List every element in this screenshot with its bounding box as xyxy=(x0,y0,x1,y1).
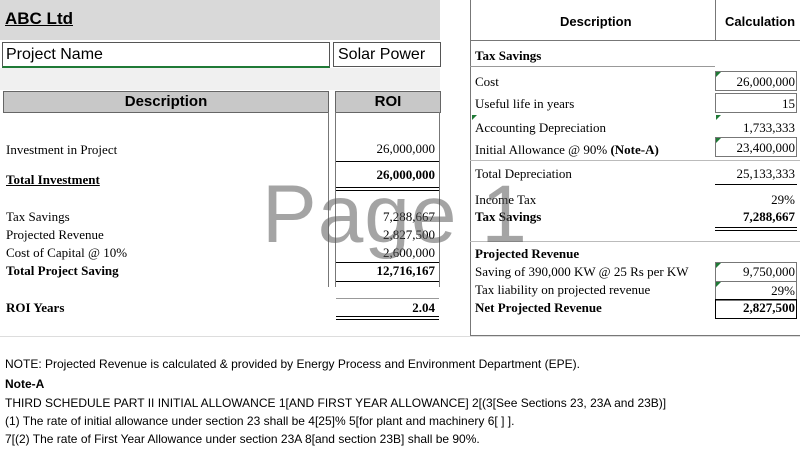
calculation-header: Calculation xyxy=(725,14,796,29)
divider xyxy=(715,0,716,40)
total-saving-label: Total Project Saving xyxy=(6,263,119,278)
net-rev-value: 2,827,500 xyxy=(743,300,795,315)
divider xyxy=(715,230,797,231)
right-tax-savings-value[interactable]: 7,288,667 xyxy=(717,209,795,225)
tax-section-title: Tax Savings xyxy=(475,48,542,63)
cost-value: 26,000,000 xyxy=(736,74,796,89)
projected-revenue-label: Projected Revenue xyxy=(6,227,104,242)
net-rev-label: Net Projected Revenue xyxy=(475,300,602,315)
life-label: Useful life in years xyxy=(475,96,575,111)
note-a-line-3: 7[(2) The rate of First Year Allowance u… xyxy=(5,432,480,446)
acc-dep-value[interactable]: 1,733,333 xyxy=(717,120,795,136)
note-a-line-1: THIRD SCHEDULE PART II INITIAL ALLOWANCE… xyxy=(5,396,667,410)
investment-value[interactable]: 26,000,000 xyxy=(335,141,436,157)
acc-dep-label: Accounting Depreciation xyxy=(475,120,607,135)
note-a-line-2: (1) The rate of initial allowance under … xyxy=(5,414,515,428)
project-name-label: Project Name xyxy=(6,46,103,63)
divider xyxy=(336,281,439,282)
divider xyxy=(470,160,800,161)
divider xyxy=(715,227,797,228)
divider xyxy=(470,66,715,67)
init-allow-value: 23,400,000 xyxy=(736,140,796,155)
page-watermark: Page 1 xyxy=(262,169,528,260)
saving-label: Saving of 390,000 KW @ 25 Rs per KW xyxy=(475,264,689,279)
left-description-header: Description xyxy=(3,91,329,113)
divider xyxy=(336,298,439,299)
spreadsheet-page: ABC Ltd Project Name Solar Power Descrip… xyxy=(0,0,800,450)
tax-liab-label: Tax liability on projected revenue xyxy=(475,282,651,297)
income-tax-value[interactable]: 29% xyxy=(717,192,795,208)
divider xyxy=(470,40,800,41)
investment-label: Investment in Project xyxy=(6,142,118,157)
divider xyxy=(336,319,439,320)
tax-liab-value: 29% xyxy=(771,283,795,298)
note-epe: NOTE: Projected Revenue is calculated & … xyxy=(5,357,580,371)
divider xyxy=(336,316,439,317)
init-allow-label: Initial Allowance @ 90% (Note-A) xyxy=(475,142,659,157)
divider xyxy=(715,184,797,185)
roi-years-value[interactable]: 2.04 xyxy=(335,300,435,316)
total-dep-value[interactable]: 25,133,333 xyxy=(717,166,796,182)
cost-of-capital-label: Cost of Capital @ 10% xyxy=(6,245,128,260)
divider xyxy=(336,161,439,162)
tax-savings-label: Tax Savings xyxy=(6,209,70,224)
company-title: ABC Ltd xyxy=(5,9,73,28)
note-a-title: Note-A xyxy=(5,377,45,391)
total-investment-label: Total Investment xyxy=(6,172,100,187)
total-saving-value[interactable]: 12,716,167 xyxy=(335,263,436,279)
roi-years-label: ROI Years xyxy=(6,300,65,315)
spacer-band xyxy=(0,68,440,90)
saving-value: 9,750,000 xyxy=(743,264,795,279)
project-value: Solar Power xyxy=(338,46,426,63)
roi-header: ROI xyxy=(335,91,441,113)
right-description-header: Description xyxy=(560,14,632,29)
divider xyxy=(0,336,800,337)
cost-label: Cost xyxy=(475,74,499,89)
life-value: 15 xyxy=(782,96,795,111)
